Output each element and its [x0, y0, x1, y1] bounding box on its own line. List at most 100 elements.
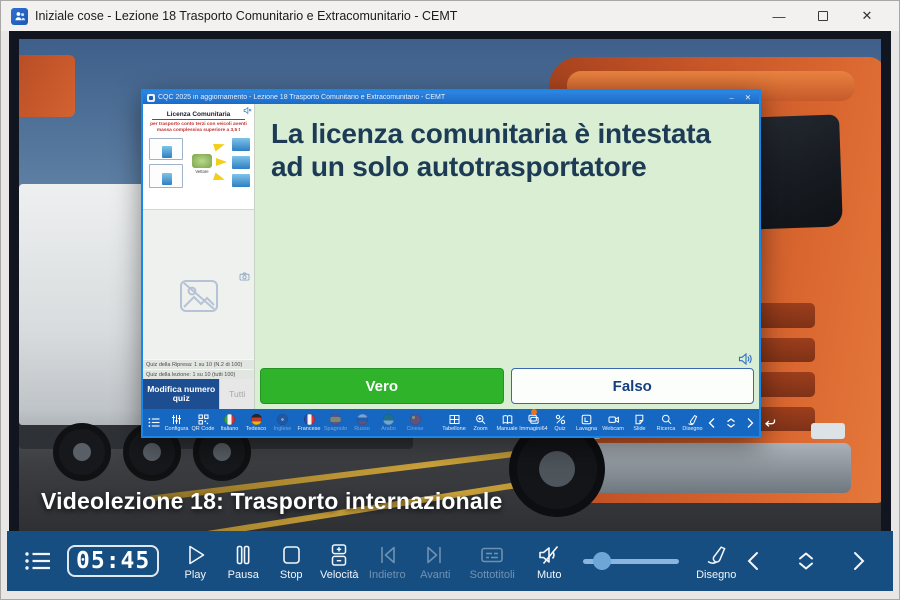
- zoom-in-icon: [475, 413, 486, 425]
- flag-italy-icon: [224, 413, 235, 425]
- diagram-vettore-icon: [192, 154, 212, 168]
- draw-button[interactable]: Disegno: [689, 542, 743, 581]
- flag-arab-icon: [383, 413, 394, 425]
- previous-button[interactable]: Indietro: [363, 542, 411, 581]
- qr-code-icon: [198, 413, 209, 425]
- snapshot-icon[interactable]: [239, 272, 250, 281]
- quiz-dialog-titlebar[interactable]: CQC 2025 in aggiornamento - Lezione 18 T…: [143, 91, 759, 104]
- play-icon: [182, 542, 208, 568]
- quiz-left-panel: Licenza Comunitaria per trasporto conto …: [143, 104, 255, 409]
- note-page-icon: [634, 413, 645, 425]
- diagram-box: [149, 138, 183, 160]
- toolbar-lang-cinese[interactable]: Cinese: [403, 413, 427, 432]
- maximize-button[interactable]: [801, 2, 845, 30]
- next-button[interactable]: Avanti: [411, 542, 459, 581]
- slide-mute-icon[interactable]: [243, 106, 252, 115]
- toolbar-manuale-button[interactable]: Manuale: [495, 413, 519, 432]
- toolbar-zoom-button[interactable]: Zoom: [469, 413, 493, 432]
- answer-falso-button[interactable]: Falso: [511, 368, 755, 404]
- toolbar-lang-tedesco[interactable]: Tedesco: [244, 413, 268, 432]
- toolbar-immagini64-button[interactable]: Immagini64: [522, 413, 546, 432]
- quiz-minimize-button[interactable]: –: [726, 94, 738, 102]
- pause-button[interactable]: Pausa: [219, 542, 267, 581]
- toolbar-qrcode-button[interactable]: QR Code: [191, 413, 215, 432]
- toolbar-ricerca-button[interactable]: Ricerca: [654, 413, 678, 432]
- webcam-icon: [608, 413, 619, 425]
- quiz-question-text: La licenza comunitaria è intestata ad un…: [271, 118, 711, 182]
- toolbar-slide-button[interactable]: Slide: [628, 413, 652, 432]
- quiz-refresh-button[interactable]: [725, 417, 737, 429]
- close-icon: ✕: [862, 8, 873, 24]
- question-speaker-icon[interactable]: [738, 353, 752, 365]
- toolbar-webcam-button[interactable]: Webcam: [601, 413, 625, 432]
- mute-button[interactable]: Muto: [525, 542, 573, 581]
- toolbar-lang-russo[interactable]: Russo: [350, 413, 374, 432]
- playlist-icon[interactable]: [23, 548, 53, 574]
- truck-headlight: [811, 423, 845, 439]
- back-chevron-button[interactable]: [743, 548, 763, 574]
- close-button[interactable]: ✕: [845, 2, 889, 30]
- quiz-return-button[interactable]: [763, 417, 776, 429]
- diagram-arrow: [213, 173, 226, 184]
- answer-vero-button[interactable]: Vero: [260, 368, 504, 404]
- diagram-arrow: [213, 141, 226, 152]
- toolbar-lavagna-button[interactable]: Lavagna: [575, 413, 599, 432]
- volume-slider[interactable]: [583, 551, 679, 571]
- book-icon: [502, 413, 513, 425]
- quiz-dialog-title: CQC 2025 in aggiornamento - Lezione 18 T…: [158, 94, 723, 101]
- images-icon: [528, 413, 539, 425]
- quiz-dialog-icon: [147, 94, 155, 102]
- refresh-chevrons-button[interactable]: [793, 548, 819, 574]
- diagram-truck: [232, 138, 250, 151]
- player-bar: 05:45 Play Pausa Stop Velocità Indietro …: [7, 531, 893, 591]
- trailer-wheel: [53, 423, 111, 481]
- notification-badge: [531, 409, 537, 415]
- maximize-icon: [818, 11, 828, 21]
- flag-china-icon: [410, 413, 421, 425]
- toolbar-tabellone-button[interactable]: Tabellone: [442, 413, 466, 432]
- tutti-button[interactable]: Tutti: [219, 379, 254, 409]
- toolbar-configura-button[interactable]: Configura: [165, 413, 189, 432]
- toolbar-quiz-button[interactable]: Quiz: [548, 413, 572, 432]
- volume-handle[interactable]: [593, 552, 611, 570]
- toolbar-lang-arabo[interactable]: Arabo: [377, 413, 401, 432]
- window-title: Iniziale cose - Lezione 18 Trasporto Com…: [35, 9, 757, 23]
- video-caption: Videolezione 18: Trasporto internazional…: [41, 488, 503, 515]
- search-icon: [661, 413, 672, 425]
- lesson-timer: 05:45: [67, 545, 159, 577]
- whiteboard-icon: [581, 413, 592, 425]
- no-image-icon: [179, 279, 219, 313]
- edit-quiz-number-button[interactable]: Modifica numero quiz: [143, 379, 219, 409]
- toolbar-lang-spagnolo[interactable]: Spagnolo: [324, 413, 348, 432]
- play-button[interactable]: Play: [171, 542, 219, 581]
- sliders-icon: [171, 413, 182, 425]
- flag-france-icon: [304, 413, 315, 425]
- flag-spain-icon: [330, 413, 341, 425]
- quiz-close-button[interactable]: ✕: [741, 94, 755, 102]
- speed-icon: [326, 542, 352, 568]
- quiz-menu-icon[interactable]: [148, 417, 160, 428]
- pen-icon: [687, 413, 698, 425]
- slide-thumbnail[interactable]: Licenza Comunitaria per trasporto conto …: [143, 104, 254, 210]
- toolbar-lang-inglese[interactable]: Inglese: [271, 413, 295, 432]
- diagram-arrow: [216, 158, 227, 166]
- truck-cab-far: [19, 55, 75, 117]
- quiz-status-line-1: Quiz della Ripresa: 1 su 10 (N.2 di 100): [143, 359, 254, 369]
- stop-button[interactable]: Stop: [267, 542, 315, 581]
- pause-icon: [230, 542, 256, 568]
- minimize-button[interactable]: —: [757, 2, 801, 30]
- slide-subtitle: per trasporto conto terzi con veicoli av…: [148, 122, 249, 133]
- grid-icon: [449, 413, 460, 425]
- skip-forward-icon: [422, 542, 448, 568]
- speed-button[interactable]: Velocità: [315, 542, 363, 581]
- flag-germany-icon: [251, 413, 262, 425]
- quiz-prev-button[interactable]: [707, 417, 717, 429]
- toolbar-lang-francese[interactable]: Francese: [297, 413, 321, 432]
- quiz-next-button[interactable]: [745, 417, 755, 429]
- subtitles-button[interactable]: Sottotitoli: [459, 542, 525, 581]
- toolbar-lang-italiano[interactable]: Italiano: [218, 413, 242, 432]
- stop-icon: [278, 542, 304, 568]
- forward-chevron-button[interactable]: [849, 548, 869, 574]
- toolbar-disegno-button[interactable]: Disegno: [681, 413, 705, 432]
- diagram-vettore-label: Vettore: [188, 169, 216, 174]
